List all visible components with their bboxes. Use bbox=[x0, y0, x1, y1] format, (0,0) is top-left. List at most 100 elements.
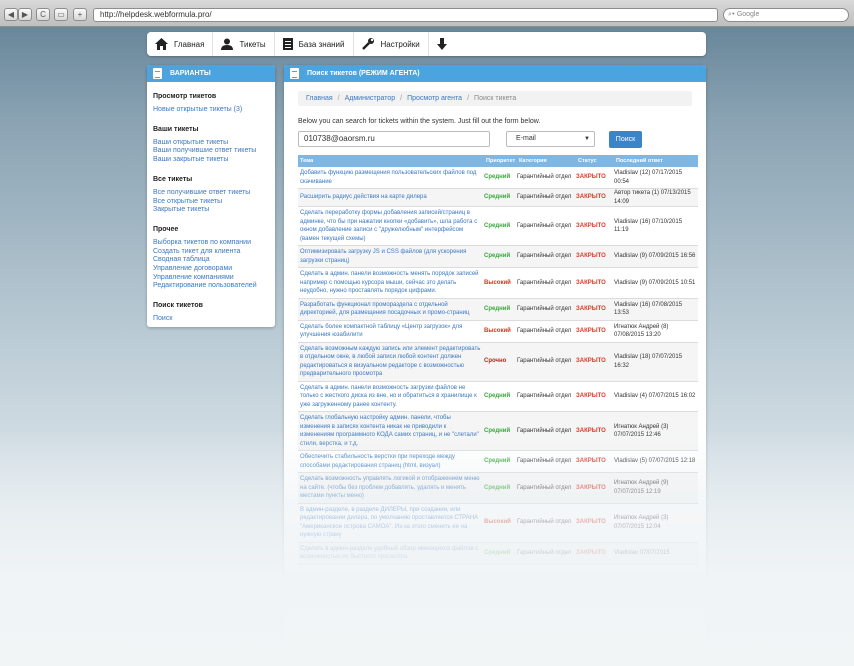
breadcrumb-separator: / bbox=[467, 95, 470, 102]
ticket-subject-link[interactable]: Сделать глобальную настройку админ. пане… bbox=[298, 412, 484, 450]
user-icon bbox=[221, 38, 234, 50]
table-row[interactable]: Сделать более компактной таблицу «Центр … bbox=[298, 321, 698, 343]
sidebar-group: Поиск тикетов Поиск bbox=[147, 302, 275, 324]
status-badge: ЗАКРЫТО bbox=[576, 549, 606, 556]
status-badge: ЗАКРЫТО bbox=[576, 519, 606, 526]
ticket-subject-link[interactable]: Добавить функцию размещения пользователь… bbox=[298, 167, 484, 188]
ticket-subject-link[interactable]: Сделать переработку формы добавления зап… bbox=[298, 207, 484, 245]
nav-knowledge-base[interactable]: База знаний bbox=[275, 32, 354, 56]
sidebar-link[interactable]: Ваши открытые тикеты bbox=[153, 139, 269, 148]
sidebar-link[interactable]: Закрытые тикеты bbox=[153, 206, 269, 215]
main-title: Поиск тикетов (РЕЖИМ АГЕНТА) bbox=[307, 70, 420, 77]
address-bar[interactable]: http://helpdesk.webformula.pro/ bbox=[93, 8, 718, 22]
priority-cell: Срочно bbox=[484, 358, 507, 365]
column-header-priority[interactable]: Приоритет bbox=[484, 158, 517, 164]
table-row[interactable]: Оптимизировать загрузку JS и CSS файлов … bbox=[298, 246, 698, 268]
category-cell: Гарантийный отдел bbox=[517, 253, 572, 260]
search-button[interactable]: Поиск bbox=[609, 131, 642, 148]
category-cell: Гарантийный отдел bbox=[517, 279, 572, 286]
sidebar-link[interactable]: Выборка тикетов по компании bbox=[153, 239, 269, 248]
last-reply-cell: Автор тикета (1) 07/13/2015 14:09 bbox=[614, 190, 691, 205]
nav-home[interactable]: Главная bbox=[147, 32, 214, 56]
column-header-category[interactable]: Категория bbox=[517, 158, 576, 164]
category-cell: Гарантийный отдел bbox=[517, 458, 572, 465]
search-input[interactable]: 010738@oaorsm.ru bbox=[298, 131, 490, 147]
sidebar-group: Ваши тикеты Ваши открытые тикеты Ваши полу… bbox=[147, 126, 275, 165]
priority-cell: Средний bbox=[484, 174, 511, 181]
sidebar-group-title: Прочее bbox=[153, 225, 179, 233]
reload-button[interactable]: C bbox=[36, 8, 50, 21]
table-row[interactable]: Сделать переработку формы добавления зап… bbox=[298, 207, 698, 246]
table-row[interactable]: Сделать в админ-разделе удобный обзор им… bbox=[298, 542, 698, 565]
ticket-subject-link[interactable]: Обеспечить стабильность верстки при пере… bbox=[298, 451, 484, 472]
sidebar-link[interactable]: Поиск bbox=[153, 315, 269, 324]
sidebar-link[interactable]: Ваши закрытые тикеты bbox=[153, 156, 269, 165]
last-reply-cell: Vladislav (9) 07/09/2015 10:51 bbox=[614, 279, 696, 286]
category-cell: Гарантийный отдел bbox=[517, 222, 572, 229]
table-row[interactable]: Сделать в админ. панели возможность меня… bbox=[298, 268, 698, 299]
table-row[interactable]: В админ-разделе, в разделе ДИЛЕРЫ, при с… bbox=[298, 504, 698, 543]
forward-button[interactable]: ▶ bbox=[18, 8, 32, 21]
search-placeholder: Google bbox=[736, 11, 760, 18]
sidebar-link[interactable]: Все открытые тикеты bbox=[153, 198, 269, 207]
sidebar-link[interactable]: Сводная таблица bbox=[153, 256, 269, 265]
status-badge: ЗАКРЫТО bbox=[576, 427, 606, 434]
ticket-subject-link[interactable]: Сделать более компактной таблицу «Центр … bbox=[298, 321, 484, 342]
sidebar-link[interactable]: Все получившие ответ тикеты bbox=[153, 189, 269, 198]
status-badge: ЗАКРЫТО bbox=[576, 174, 606, 181]
breadcrumb-agent-view[interactable]: Просмотр агента bbox=[407, 95, 462, 102]
sidebar-link[interactable]: Новые открытые тикеты (3) bbox=[153, 106, 269, 115]
ticket-subject-link[interactable]: Сделать возможность управлять логикой и … bbox=[298, 473, 484, 503]
table-row[interactable]: Сделать возможным каждую запись или элем… bbox=[298, 342, 698, 382]
sidebar-group-title: Все тикеты bbox=[153, 175, 193, 183]
ticket-subject-link[interactable]: Разработать функционал проморазделa с от… bbox=[298, 299, 484, 320]
ticket-subject-link[interactable]: Сделать в админ. панели возможность меня… bbox=[298, 268, 484, 298]
ticket-subject-link[interactable]: Сделать возможным каждую запись или элем… bbox=[298, 343, 484, 381]
column-header-last-reply[interactable]: Последний ответ bbox=[614, 158, 698, 164]
nav-download[interactable] bbox=[429, 32, 461, 56]
table-row[interactable]: Обеспечить стабильность верстки при пере… bbox=[298, 451, 698, 473]
ticket-subject-link[interactable]: Сделать в админ-разделе удобный обзор им… bbox=[298, 543, 484, 564]
category-cell: Гарантийный отдел bbox=[517, 327, 572, 334]
last-reply-cell: Игнатюк Андрей (8) 07/08/2015 13:20 bbox=[614, 323, 669, 339]
table-row[interactable]: Расширить радиус действия на карте дилер… bbox=[298, 189, 698, 207]
document-icon bbox=[282, 38, 293, 50]
category-cell: Гарантийный отдел bbox=[517, 358, 572, 365]
table-row[interactable]: Разработать функционал проморазделa с от… bbox=[298, 298, 698, 321]
sidebar-groups: Просмотр тикетов Новые открытые тикеты (3… bbox=[147, 93, 275, 324]
column-header-subject[interactable]: Тема bbox=[298, 156, 484, 166]
nav-tickets[interactable]: Тикеты bbox=[213, 32, 275, 56]
last-reply-cell: Vladislav (16) 07/10/2015 11:19 bbox=[614, 218, 683, 234]
search-box[interactable]: ⌕▾ Google bbox=[723, 8, 849, 22]
breadcrumb-admin[interactable]: Администратор bbox=[345, 95, 396, 102]
table-row[interactable]: Сделать в админ. панели возможность загр… bbox=[298, 382, 698, 412]
column-header-status[interactable]: Статус bbox=[576, 158, 614, 164]
last-reply-cell: Vladislav (4) 07/07/2015 16:02 bbox=[614, 393, 696, 399]
ticket-subject-link[interactable]: Сделать в админ. панели возможность загр… bbox=[298, 382, 484, 412]
breadcrumb-current: Поиск тикета bbox=[474, 95, 517, 102]
search-field-select[interactable]: E-mail ▼ bbox=[506, 131, 595, 147]
nav-settings-label: Настройки bbox=[380, 39, 420, 49]
table-row[interactable]: Сделать возможность управлять логикой и … bbox=[298, 473, 698, 504]
screenshot-icon[interactable]: ▭ bbox=[54, 8, 68, 21]
new-tab-button[interactable]: + bbox=[73, 8, 87, 21]
status-badge: ЗАКРЫТО bbox=[576, 279, 606, 286]
sidebar-link[interactable]: Редактирование пользователей bbox=[153, 282, 269, 291]
search-icon: ⌕▾ bbox=[728, 11, 737, 18]
ticket-subject-link[interactable]: Оптимизировать загрузку JS и CSS файлов … bbox=[298, 246, 484, 267]
table-row[interactable]: Сделать глобальную настройку админ. пане… bbox=[298, 412, 698, 451]
priority-cell: Средний bbox=[484, 253, 511, 260]
ticket-subject-link[interactable]: В админ-разделе, в разделе ДИЛЕРЫ, при с… bbox=[298, 504, 484, 542]
breadcrumb-home[interactable]: Главная bbox=[306, 95, 333, 102]
sidebar-link[interactable]: Управление договорами bbox=[153, 265, 269, 274]
status-badge: ЗАКРЫТО bbox=[576, 194, 606, 201]
ticket-subject-link[interactable]: Расширить радиус действия на карте дилер… bbox=[298, 191, 484, 204]
nav-settings[interactable]: Настройки bbox=[354, 32, 429, 56]
back-button[interactable]: ◀ bbox=[4, 8, 18, 21]
status-badge: ЗАКРЫТО bbox=[576, 305, 606, 312]
last-reply-cell: Vladislav 07/07/2015 bbox=[614, 549, 670, 556]
priority-cell: Средний bbox=[484, 458, 511, 465]
priority-cell: Высокий bbox=[484, 279, 511, 286]
sidebar-link[interactable]: Ваши получившие ответ тикеты bbox=[153, 147, 269, 156]
table-row[interactable]: Добавить функцию размещения пользователь… bbox=[298, 167, 698, 189]
